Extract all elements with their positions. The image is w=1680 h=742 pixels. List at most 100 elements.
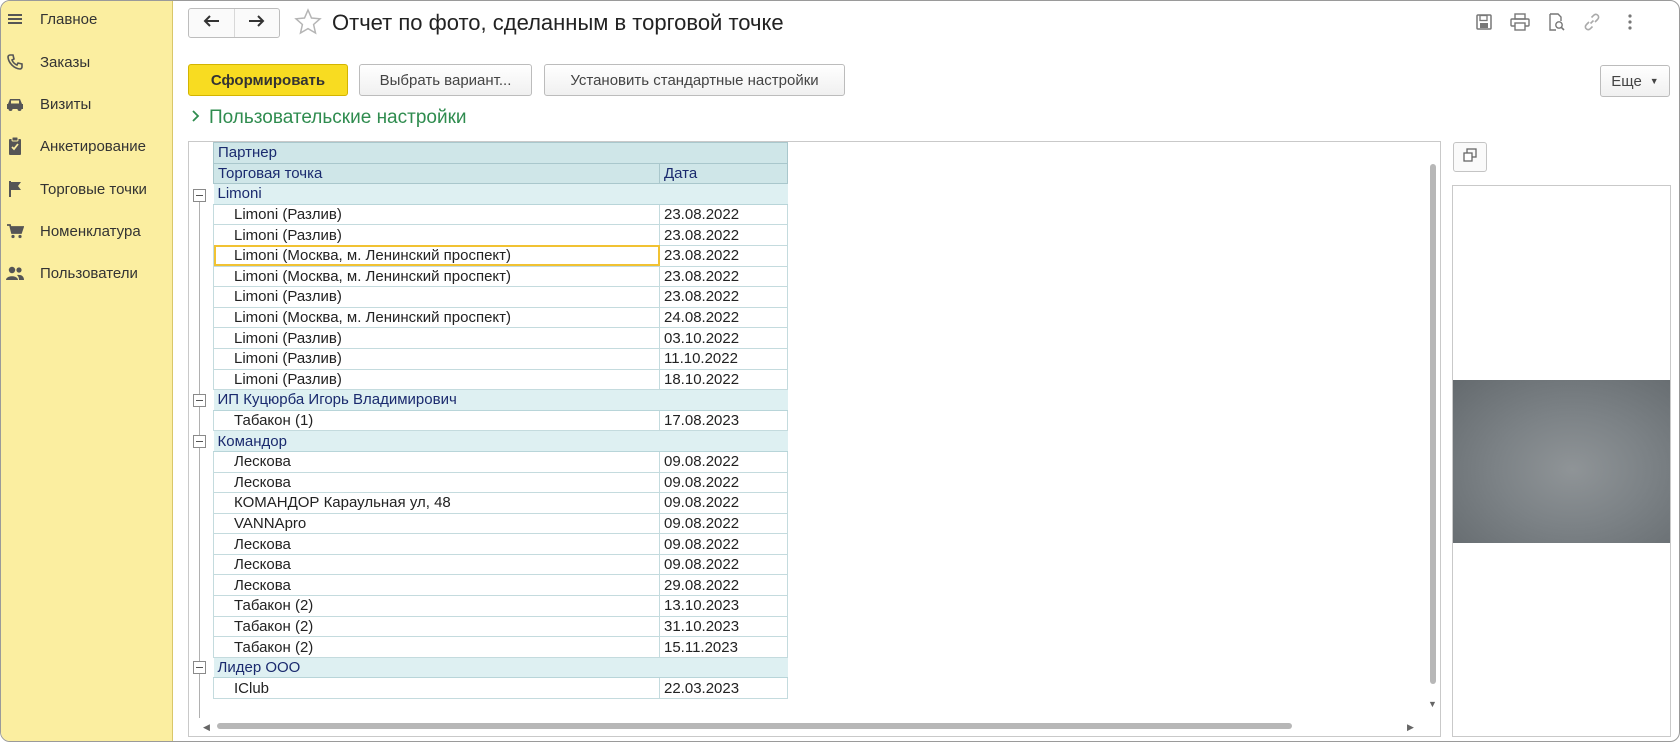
table-row[interactable]: Limoni (Разлив) 11.10.2022 bbox=[213, 347, 788, 370]
user-settings-toggle[interactable]: Пользовательские настройки bbox=[191, 107, 467, 129]
table-row[interactable]: Limoni (Москва, м. Ленинский проспект) 23… bbox=[213, 265, 788, 288]
open-window-icon bbox=[1463, 147, 1477, 167]
star-icon bbox=[293, 8, 323, 41]
tree-gutter bbox=[189, 142, 213, 736]
table-row[interactable]: Limoni (Разлив) 18.10.2022 bbox=[213, 368, 788, 391]
sidebar-item-visits[interactable]: Визиты bbox=[1, 84, 172, 124]
cell-point: Лескова bbox=[213, 553, 660, 576]
cell-point: Табакон (2) bbox=[213, 636, 660, 658]
table-row[interactable]: Табакон (2) 31.10.2023 bbox=[213, 615, 788, 638]
sidebar-item-users[interactable]: Пользователи bbox=[1, 253, 172, 293]
sidebar-item-label: Анкетирование bbox=[40, 137, 146, 155]
table-row[interactable]: Limoni (Москва, м. Ленинский проспект) 24… bbox=[213, 306, 788, 329]
choose-variant-button[interactable]: Выбрать вариант... bbox=[359, 64, 532, 96]
preview-icon bbox=[1547, 12, 1565, 36]
group-partner: Командор bbox=[213, 430, 788, 452]
sidebar-item-label: Номенклатура bbox=[40, 222, 141, 240]
sidebar-item-orders[interactable]: Заказы bbox=[1, 42, 172, 82]
chevron-right-icon bbox=[191, 109, 201, 128]
table-row[interactable]: КОМАНДОР Караульная ул, 48 09.08.2022 bbox=[213, 492, 788, 514]
cell-point: Табакон (2) bbox=[213, 595, 660, 617]
scroll-left-icon[interactable]: ◀ bbox=[203, 722, 210, 733]
table-row[interactable]: Лескова 29.08.2022 bbox=[213, 574, 788, 597]
cell-point: Limoni (Москва, м. Ленинский проспект) bbox=[213, 244, 660, 267]
vertical-scrollbar[interactable] bbox=[1427, 164, 1437, 684]
horizontal-scrollbar[interactable] bbox=[205, 720, 1420, 730]
table-row[interactable]: Лескова 09.08.2022 bbox=[213, 533, 788, 555]
vertical-scroll-thumb[interactable] bbox=[1430, 164, 1436, 684]
group-partner: ИП Куцюрба Игорь Владимирович bbox=[213, 389, 788, 411]
table-row[interactable]: Limoni (Разлив) 23.08.2022 bbox=[213, 286, 788, 308]
photo-preview[interactable] bbox=[1453, 380, 1670, 543]
collapse-group-button[interactable] bbox=[193, 661, 206, 674]
table-row[interactable]: Лескова 09.08.2022 bbox=[213, 553, 788, 576]
back-button[interactable] bbox=[189, 9, 234, 37]
sidebar-item-main[interactable]: Главное bbox=[1, 1, 172, 39]
column-header-date: Дата bbox=[659, 162, 788, 185]
save-button[interactable] bbox=[1473, 13, 1495, 35]
table-row[interactable]: Табакон (2) 15.11.2023 bbox=[213, 636, 788, 658]
group-row[interactable]: ИП Куцюрба Игорь Владимирович bbox=[213, 389, 788, 411]
table-row[interactable]: Табакон (2) 13.10.2023 bbox=[213, 595, 788, 617]
group-row[interactable]: Лидер ООО bbox=[213, 657, 788, 679]
cell-point: Limoni (Разлив) bbox=[213, 224, 660, 246]
group-row[interactable]: Limoni bbox=[213, 183, 788, 205]
table-row[interactable]: Табакон (1) 17.08.2023 bbox=[213, 409, 788, 432]
arrow-right-icon bbox=[248, 14, 266, 33]
save-icon bbox=[1475, 13, 1493, 36]
cell-point: Limoni (Разлив) bbox=[213, 347, 660, 370]
header-row: Торговая точка Дата bbox=[213, 162, 788, 185]
cell-point: Limoni (Москва, м. Ленинский проспект) bbox=[213, 306, 660, 329]
collapse-group-button[interactable] bbox=[193, 189, 206, 202]
cell-date: 29.08.2022 bbox=[659, 574, 788, 597]
table-row[interactable]: Лескова 09.08.2022 bbox=[213, 471, 788, 494]
page-title: Отчет по фото, сделанным в торговой точк… bbox=[332, 10, 784, 35]
group-row[interactable]: Командор bbox=[213, 430, 788, 452]
copy-link-button[interactable] bbox=[1581, 13, 1603, 35]
table-row[interactable]: Limoni (Разлив) 03.10.2022 bbox=[213, 327, 788, 349]
set-default-settings-button[interactable]: Установить стандартные настройки bbox=[544, 64, 845, 96]
link-icon bbox=[1583, 13, 1601, 36]
preview-button[interactable] bbox=[1545, 12, 1567, 36]
sidebar-item-label: Пользователи bbox=[40, 264, 138, 282]
cell-point: Табакон (2) bbox=[213, 615, 660, 638]
table-row[interactable]: Limoni (Разлив) 23.08.2022 bbox=[213, 203, 788, 226]
table-row[interactable]: IClub 22.03.2023 bbox=[213, 677, 788, 700]
sidebar-item-outlets[interactable]: Торговые точки bbox=[1, 169, 172, 209]
more-menu-button[interactable]: Еще ▼ bbox=[1600, 65, 1670, 97]
print-button[interactable] bbox=[1509, 12, 1531, 36]
cell-date: 18.10.2022 bbox=[659, 368, 788, 391]
report-table: Партнер Торговая точка Дата Limoni Limon… bbox=[213, 142, 788, 700]
cell-date: 09.08.2022 bbox=[659, 450, 788, 473]
cell-point: Лескова bbox=[213, 471, 660, 494]
table-row[interactable]: VANNApro 09.08.2022 bbox=[213, 512, 788, 535]
table-row[interactable]: Лескова 09.08.2022 bbox=[213, 450, 788, 473]
horizontal-scroll-thumb[interactable] bbox=[217, 723, 1292, 729]
scroll-down-icon[interactable]: ▼ bbox=[1428, 699, 1437, 709]
cell-point: Limoni (Москва, м. Ленинский проспект) bbox=[213, 265, 660, 288]
print-icon bbox=[1510, 12, 1530, 36]
cell-point: Лескова bbox=[213, 450, 660, 473]
forward-button[interactable] bbox=[233, 9, 279, 37]
generate-button[interactable]: Сформировать bbox=[188, 64, 348, 96]
cell-date: 13.10.2023 bbox=[659, 595, 788, 617]
cell-date: 23.08.2022 bbox=[659, 224, 788, 246]
sidebar: Главное Заказы Визиты Анкетирование Торг… bbox=[1, 1, 173, 741]
flag-icon bbox=[4, 178, 26, 200]
sidebar-item-surveys[interactable]: Анкетирование bbox=[1, 126, 172, 166]
collapse-group-button[interactable] bbox=[193, 435, 206, 448]
table-row[interactable]: Limoni (Разлив) 23.08.2022 bbox=[213, 224, 788, 246]
cell-point: Limoni (Разлив) bbox=[213, 286, 660, 308]
cell-point: VANNApro bbox=[213, 512, 660, 535]
cell-date: 17.08.2023 bbox=[659, 409, 788, 432]
table-row-selected[interactable]: Limoni (Москва, м. Ленинский проспект) 23… bbox=[213, 244, 788, 267]
open-photo-button[interactable] bbox=[1453, 142, 1487, 172]
collapse-group-button[interactable] bbox=[193, 394, 206, 407]
sidebar-item-nomenclature[interactable]: Номенклатура bbox=[1, 211, 172, 251]
cell-date: 09.08.2022 bbox=[659, 471, 788, 494]
scroll-right-icon[interactable]: ▶ bbox=[1407, 722, 1414, 733]
menu-icon bbox=[4, 8, 26, 30]
more-actions-button[interactable] bbox=[1619, 13, 1641, 35]
favorite-button[interactable] bbox=[293, 7, 323, 37]
cell-date: 23.08.2022 bbox=[659, 244, 788, 267]
